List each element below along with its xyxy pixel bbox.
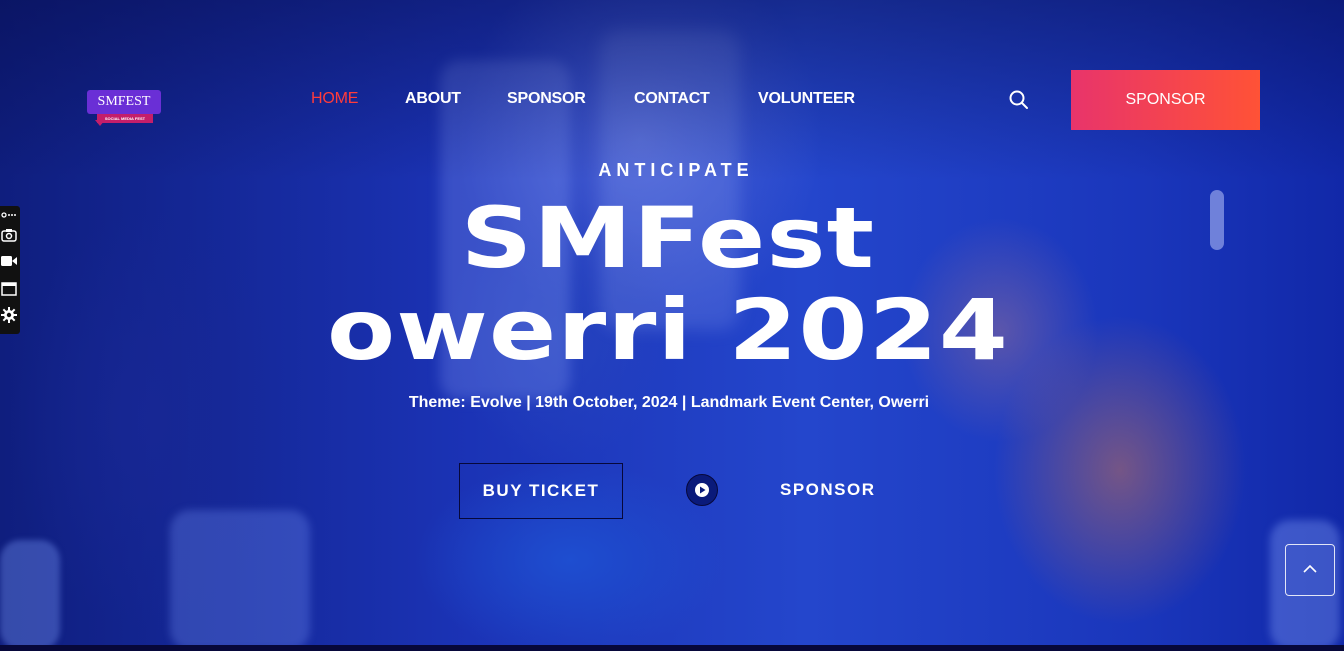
- nav-item-sponsor[interactable]: SPONSOR: [507, 90, 586, 108]
- scroll-top-button[interactable]: [1285, 544, 1335, 596]
- hero-theme-line: Theme: Evolve | 19th October, 2024 | Lan…: [408, 394, 930, 411]
- nav-item-volunteer[interactable]: VOLUNTEER: [758, 90, 855, 108]
- buy-ticket-button[interactable]: BUY TICKET: [459, 463, 623, 519]
- sponsor-link[interactable]: SPONSOR: [780, 480, 876, 500]
- hero-title-line1: SMFest: [460, 189, 876, 287]
- sponsor-button[interactable]: SPONSOR: [1071, 70, 1260, 130]
- nav-item-home[interactable]: HOME: [311, 90, 358, 108]
- nav-item-contact[interactable]: CONTACT: [634, 90, 710, 108]
- play-icon[interactable]: [686, 474, 718, 506]
- nav-item-about[interactable]: ABOUT: [405, 90, 461, 108]
- hero-title-line2: owerri 2024: [326, 281, 1010, 379]
- hero-kicker: ANTICIPATE: [598, 160, 754, 180]
- logo-text: SMFEST: [87, 90, 161, 114]
- background-light: [170, 510, 310, 650]
- site-logo[interactable]: SMFEST SOCIAL MEDIA FEST: [87, 90, 163, 132]
- chevron-up-icon: [1302, 561, 1318, 579]
- background-light: [0, 540, 60, 650]
- search-icon[interactable]: [1008, 89, 1030, 111]
- page-bottom-border: [0, 645, 1344, 651]
- logo-subtext: SOCIAL MEDIA FEST: [97, 114, 153, 123]
